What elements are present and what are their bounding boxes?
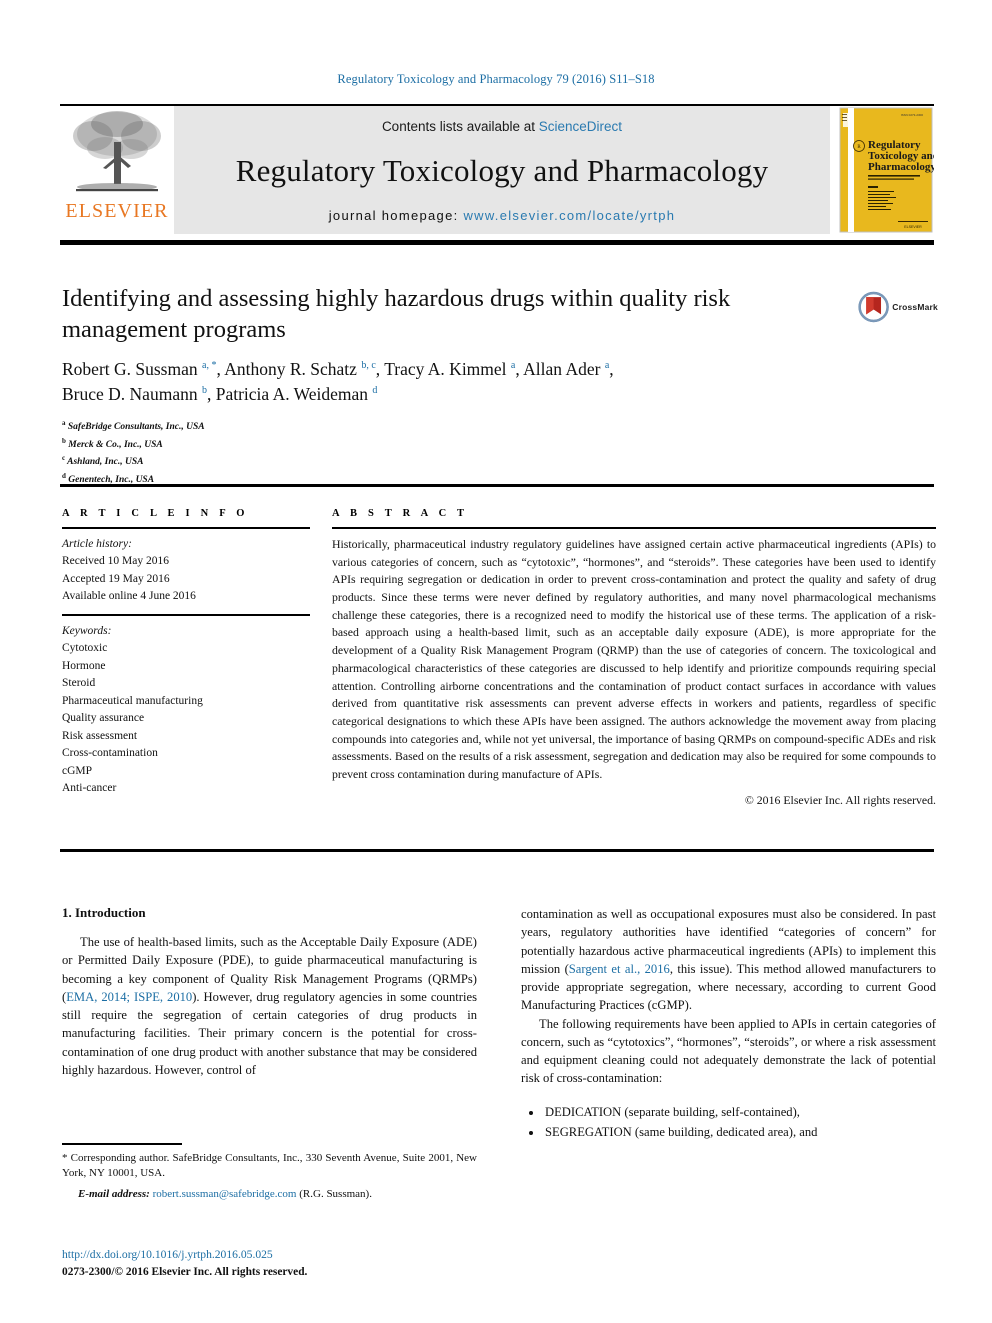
body-right-column: contamination as well as occupational ex… xyxy=(521,905,936,1142)
keyword-item: Pharmaceutical manufacturing xyxy=(62,694,203,707)
masthead-bottom-rule xyxy=(60,240,934,245)
article-info-rule xyxy=(62,527,310,529)
requirements-bullet-list: DEDICATION (separate building, self-cont… xyxy=(521,1102,936,1143)
article-history-label: Article history: xyxy=(62,538,132,550)
author-mark: b xyxy=(201,385,207,397)
history-item: Available online 4 June 2016 xyxy=(62,590,196,603)
affiliation-text: Merck & Co., Inc., USA xyxy=(68,439,163,450)
doi-block: http://dx.doi.org/10.1016/j.yrtph.2016.0… xyxy=(62,1247,542,1280)
keyword-item: Hormone xyxy=(62,659,106,672)
homepage-prefix: journal homepage: xyxy=(328,208,464,223)
issn-copyright-line: 0273-2300/© 2016 Elsevier Inc. All right… xyxy=(62,1265,308,1278)
history-item: Received 10 May 2016 xyxy=(62,555,169,568)
journal-cover-thumbnail: ISSN 0273-2300 R Regulatory Toxicology a… xyxy=(838,106,939,234)
footnote-separator-rule xyxy=(62,1143,182,1145)
email-address-line: E-mail address: robert.sussman@safebridg… xyxy=(62,1187,477,1203)
author-mark: a, * xyxy=(202,360,217,372)
elsevier-logo: ELSEVIER xyxy=(60,106,174,234)
list-item: DEDICATION (separate building, self-cont… xyxy=(543,1102,936,1122)
journal-masthead: ELSEVIER Contents lists available at Sci… xyxy=(60,106,939,234)
author-line-1: Robert G. Sussman a, *, Anthony R. Schat… xyxy=(62,359,614,379)
journal-homepage-line: journal homepage: www.elsevier.com/locat… xyxy=(329,208,676,223)
affiliation-mark: c xyxy=(62,454,66,463)
affiliation-mark: b xyxy=(62,436,66,445)
sciencedirect-link[interactable]: ScienceDirect xyxy=(539,119,622,134)
affiliation-text: SafeBridge Consultants, Inc., USA xyxy=(67,422,205,433)
info-section-top-rule xyxy=(60,484,934,487)
journal-cover-image: ISSN 0273-2300 R Regulatory Toxicology a… xyxy=(839,107,939,233)
affiliation-mark: a xyxy=(62,419,66,427)
author-line-2: Bruce D. Naumann b, Patricia A. Weideman… xyxy=(62,383,378,404)
journal-article-page: Regulatory Toxicology and Pharmacology 7… xyxy=(0,0,992,1323)
article-history-group: Article history: Received 10 May 2016 Ac… xyxy=(62,536,310,606)
affiliation-list: a SafeBridge Consultants, Inc., USA b Me… xyxy=(62,418,662,488)
article-info-heading: A R T I C L E I N F O xyxy=(62,508,249,519)
doi-link[interactable]: http://dx.doi.org/10.1016/j.yrtph.2016.0… xyxy=(62,1247,542,1264)
abstract-bottom-rule xyxy=(60,849,934,852)
keyword-item: Anti-cancer xyxy=(62,782,117,795)
author-mark: a xyxy=(510,360,516,372)
article-title: Identifying and assessing highly hazardo… xyxy=(62,285,731,344)
keywords-group: Keywords: Cytotoxic Hormone Steroid Phar… xyxy=(62,623,310,798)
body-two-column-layout: 1. Introduction The use of health-based … xyxy=(62,905,936,1142)
svg-text:Pharmacology: Pharmacology xyxy=(868,161,934,173)
citation-link-sargent[interactable]: Sargent et al., 2016 xyxy=(569,962,670,976)
elsevier-wordmark: ELSEVIER xyxy=(65,200,169,222)
affiliation-item: c Ashland, Inc., USA xyxy=(62,453,662,471)
keyword-item: Cross-contamination xyxy=(62,747,158,760)
keywords-rule xyxy=(62,613,310,616)
abstract-column: A B S T R A C T Historically, pharmaceut… xyxy=(310,508,936,808)
author-mark: d xyxy=(372,385,378,397)
affiliation-text: Ashland, Inc., USA xyxy=(67,457,144,468)
journal-title: Regulatory Toxicology and Pharmacology xyxy=(235,153,769,188)
abstract-text: Historically, pharmaceutical industry re… xyxy=(332,537,936,781)
masthead-center-panel: Contents lists available at ScienceDirec… xyxy=(174,106,830,234)
body-paragraph: contamination as well as occupational ex… xyxy=(521,905,936,1015)
affiliation-item: b Merck & Co., Inc., USA xyxy=(62,436,662,454)
title-block: Identifying and assessing highly hazardo… xyxy=(62,283,852,346)
body-paragraph: The use of health-based limits, such as … xyxy=(62,933,477,1079)
body-left-column: 1. Introduction The use of health-based … xyxy=(62,905,477,1142)
keyword-item: Quality assurance xyxy=(62,712,145,725)
author-list: Robert G. Sussman a, *, Anthony R. Schat… xyxy=(62,357,862,407)
crossmark-label: CrossMark xyxy=(892,302,938,312)
author-email-link[interactable]: robert.sussman@safebridge.com xyxy=(153,1188,297,1200)
author-mark: a xyxy=(604,360,610,372)
corresponding-author-text: * Corresponding author. SafeBridge Consu… xyxy=(62,1151,477,1180)
svg-text:ELSEVIER: ELSEVIER xyxy=(904,225,922,229)
keyword-item: cGMP xyxy=(62,764,93,777)
author-mark: b, c xyxy=(361,360,376,372)
abstract-copyright: © 2016 Elsevier Inc. All rights reserved… xyxy=(744,792,936,807)
list-item: SEGREGATION (same building, dedicated ar… xyxy=(543,1122,936,1142)
keywords-label: Keywords: xyxy=(62,624,112,637)
affiliation-mark: d xyxy=(62,471,66,480)
abstract-rule xyxy=(332,527,936,529)
corresponding-author-footnote: * Corresponding author. SafeBridge Consu… xyxy=(62,1143,477,1202)
crossmark-icon xyxy=(858,291,889,323)
section-heading-introduction: 1. Introduction xyxy=(62,905,146,920)
article-info-column: A R T I C L E I N F O Article history: R… xyxy=(62,508,310,808)
contents-available-line: Contents lists available at ScienceDirec… xyxy=(382,119,622,134)
svg-text:ISSN 0273-2300: ISSN 0273-2300 xyxy=(901,113,924,117)
keyword-item: Steroid xyxy=(62,677,96,690)
keyword-item: Risk assessment xyxy=(62,729,138,742)
history-item: Accepted 19 May 2016 xyxy=(62,572,170,585)
elsevier-tree-icon xyxy=(73,111,161,192)
keyword-item: Cytotoxic xyxy=(62,642,108,655)
email-address-label: E-mail address: xyxy=(78,1187,150,1200)
citation-link-ema-ispe[interactable]: EMA, 2014; ISPE, 2010 xyxy=(66,990,192,1004)
journal-homepage-link[interactable]: www.elsevier.com/locate/yrtph xyxy=(463,208,675,223)
info-abstract-section: A R T I C L E I N F O Article history: R… xyxy=(62,508,936,808)
crossmark-badge[interactable]: CrossMark xyxy=(858,286,938,328)
body-paragraph: The following requirements have been app… xyxy=(521,1016,936,1086)
abstract-heading: A B S T R A C T xyxy=(332,508,469,519)
running-head: Regulatory Toxicology and Pharmacology 7… xyxy=(337,72,655,86)
affiliation-item: a SafeBridge Consultants, Inc., USA xyxy=(62,418,662,436)
contents-prefix: Contents lists available at xyxy=(381,119,539,134)
email-suffix: (R.G. Sussman). xyxy=(299,1187,372,1200)
